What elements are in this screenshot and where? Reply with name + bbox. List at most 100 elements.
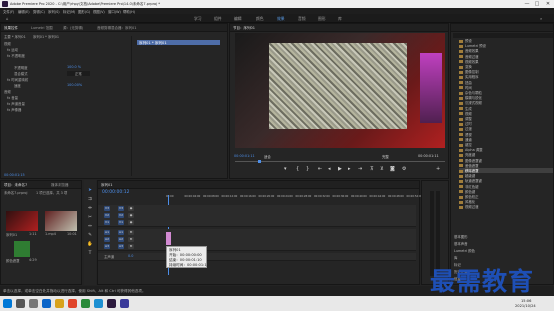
windows-start-icon[interactable]	[3, 299, 12, 308]
speed-value[interactable]: 100.00%	[67, 83, 82, 87]
item-name[interactable]: 1.mp4	[45, 232, 56, 236]
track-label[interactable]: V2	[118, 213, 124, 218]
mute-icon[interactable]: M	[128, 230, 134, 235]
workspace-tab[interactable]: 颜色	[256, 16, 264, 22]
tab-audio-mixer[interactable]: 音频剪辑混合器：序列01	[97, 26, 136, 31]
task-view-icon[interactable]	[29, 299, 38, 308]
program-title[interactable]: 节目：序列01	[233, 26, 255, 31]
panel-section-item[interactable]: 基本图形	[454, 234, 468, 239]
quality-select[interactable]: 完整	[382, 154, 389, 159]
source-label[interactable]: 主要 * 序列01	[4, 34, 26, 39]
track-target-button[interactable]: V1	[104, 220, 110, 225]
minimize-button[interactable]: —	[522, 1, 532, 7]
file-explorer-icon[interactable]	[55, 299, 64, 308]
marker-icon[interactable]: ▾	[284, 166, 287, 172]
blend-mode-select[interactable]: 正常	[67, 71, 90, 76]
thumbnail-clip[interactable]	[45, 211, 77, 231]
ripple-edit-tool-icon[interactable]: ⇹	[87, 206, 93, 211]
item-name[interactable]: 序列01	[6, 232, 17, 237]
panel-section-item[interactable]: Lumetri 颜色	[454, 248, 475, 253]
workspace-tab[interactable]: 编辑	[234, 16, 242, 22]
timeline-timecode[interactable]: 00:00:00:12	[102, 190, 129, 195]
track-target-button[interactable]: A2	[104, 237, 110, 242]
edge-icon[interactable]	[42, 299, 51, 308]
step-back-icon[interactable]: ◂	[328, 166, 331, 172]
program-timecode[interactable]: 00:00:01:11	[234, 154, 255, 158]
tab-media-browser[interactable]: 媒体浏览器	[51, 183, 69, 188]
slip-tool-icon[interactable]: ↔	[87, 224, 93, 229]
hand-tool-icon[interactable]: ✋	[87, 242, 93, 247]
maximize-button[interactable]: □	[532, 1, 542, 7]
mark-in-icon[interactable]: {	[296, 166, 299, 172]
close-button[interactable]: ✕	[543, 1, 553, 7]
workspace-tab[interactable]: 学习	[194, 16, 202, 22]
effect-time-remap[interactable]: fx 时间重映射	[7, 77, 28, 82]
fit-select[interactable]: 适合	[264, 154, 271, 159]
track-target-button[interactable]: V3	[104, 206, 110, 211]
workspace-tab[interactable]: 组件	[214, 16, 222, 22]
playhead-marker[interactable]	[258, 160, 261, 163]
effect-time[interactable]: 00:00:01:15	[4, 173, 25, 177]
step-forward-icon[interactable]: ▸	[348, 166, 351, 172]
timeline-title[interactable]: 序列01	[101, 183, 112, 188]
effect-channel-volume[interactable]: fx 声道音量	[7, 101, 25, 106]
search-icon[interactable]: ⌕	[540, 16, 542, 21]
clip-label[interactable]: 序列01 * 序列01	[33, 34, 59, 39]
video-track[interactable]: V1 V1 ◉	[98, 219, 416, 227]
app-icon[interactable]	[68, 299, 77, 308]
mute-icon[interactable]: M	[128, 244, 134, 249]
tab-project[interactable]: 项目：未命名7	[4, 183, 27, 188]
time-ruler[interactable]: 00:00 00:00:04:00 00:00:08:00 00:00:12:00 00…	[166, 195, 422, 200]
item-name[interactable]: 颜色遮罩	[6, 258, 20, 263]
track-label[interactable]: A1	[118, 230, 124, 235]
effects-tree-item[interactable]: 视频过渡	[459, 204, 479, 209]
app-icon[interactable]	[81, 299, 90, 308]
effect-motion[interactable]: fx 运动	[7, 47, 18, 52]
pen-tool-icon[interactable]: ✎	[87, 233, 93, 238]
audio-track[interactable]: A3 A3 M	[98, 243, 416, 251]
go-to-in-icon[interactable]: ⇤	[318, 166, 322, 172]
selection-tool-icon[interactable]: ➤	[87, 188, 93, 193]
app-icon[interactable]	[94, 299, 103, 308]
lift-icon[interactable]: ⊼	[370, 166, 374, 172]
master-volume-value[interactable]: 0.0	[128, 254, 133, 258]
mute-icon[interactable]: M	[128, 237, 134, 242]
search-taskbar-icon[interactable]	[16, 299, 25, 308]
razor-tool-icon[interactable]: ✂	[87, 215, 93, 220]
go-to-out-icon[interactable]: ⇥	[358, 166, 362, 172]
tab-lumetri-scopes[interactable]: Lumetri 范围	[31, 26, 53, 31]
track-label[interactable]: V3	[118, 206, 124, 211]
scrubber-bar[interactable]	[235, 161, 445, 162]
play-icon[interactable]: ▶	[338, 166, 342, 172]
track-label[interactable]: A3	[118, 244, 124, 249]
workspace-tab[interactable]: 图形	[318, 16, 326, 22]
settings-icon[interactable]: ⚙	[402, 166, 406, 172]
track-label[interactable]: A2	[118, 237, 124, 242]
eye-icon[interactable]: ◉	[128, 206, 134, 211]
app-icon[interactable]	[120, 299, 129, 308]
effect-opacity[interactable]: fx 不透明度	[7, 53, 25, 58]
track-label[interactable]: V1	[118, 220, 124, 225]
camera-icon[interactable]: ◙	[390, 166, 395, 172]
thumbnail-color-matte[interactable]	[14, 241, 30, 257]
eye-icon[interactable]: ◉	[128, 220, 134, 225]
track-target-button[interactable]: A1	[104, 230, 110, 235]
tab-effect-controls[interactable]: 效果控件	[4, 26, 18, 31]
tab-source[interactable]: 源：(无剪辑)	[63, 26, 83, 31]
track-select-tool-icon[interactable]: ⇉	[87, 197, 93, 202]
eye-icon[interactable]: ◉	[128, 213, 134, 218]
extract-icon[interactable]: ⊻	[380, 166, 384, 172]
clip-on-timeline[interactable]	[166, 232, 171, 245]
master-track[interactable]: 主声道 0.0	[98, 253, 416, 261]
workspace-tab-active[interactable]: 效果	[277, 16, 285, 22]
panel-section-item[interactable]: 库	[454, 255, 457, 260]
opacity-value[interactable]: 100.0 %	[67, 65, 81, 69]
type-tool-icon[interactable]: T	[87, 251, 93, 256]
mark-out-icon[interactable]: }	[306, 166, 309, 172]
workspace-tab[interactable]: 库	[338, 16, 342, 22]
thumbnail-sequence[interactable]	[6, 211, 38, 231]
panel-section-item[interactable]: 基本声音	[454, 241, 468, 246]
track-target-button[interactable]: V2	[104, 213, 110, 218]
video-preview[interactable]	[235, 33, 445, 148]
effect-panner[interactable]: fx 声像器	[7, 107, 21, 112]
